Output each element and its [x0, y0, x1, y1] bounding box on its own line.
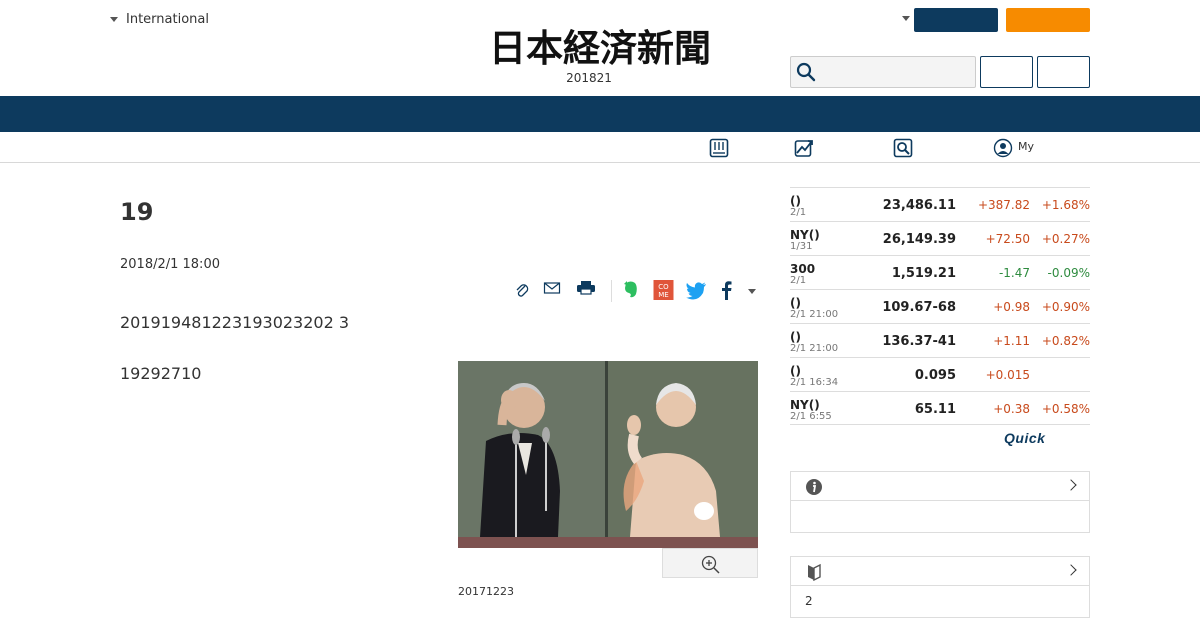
- print-icon[interactable]: [576, 278, 596, 302]
- quick-logo[interactable]: Quick: [1004, 430, 1045, 446]
- market-row-time: 1/31: [790, 241, 813, 252]
- market-row-time: 2/1 6:55: [790, 411, 832, 422]
- market-row-change: +0.38: [993, 402, 1030, 416]
- article-date: 2018/2/1 18:00: [120, 257, 220, 272]
- share-divider: [611, 280, 612, 302]
- user-icon[interactable]: [993, 138, 1013, 158]
- chevron-right-icon: [1065, 564, 1077, 576]
- more-share-caret-icon[interactable]: [748, 289, 756, 294]
- market-row-name: NY(): [790, 228, 820, 242]
- caret-down-icon[interactable]: [902, 16, 910, 21]
- my-page-label[interactable]: My: [1018, 140, 1034, 153]
- market-chart-icon[interactable]: [794, 138, 814, 158]
- market-row-change: +1.11: [993, 334, 1030, 348]
- beginner-box-text: 2: [805, 594, 813, 608]
- market-row-percent: +0.27%: [1041, 232, 1090, 246]
- market-table: () 2/1 23,486.11 +387.82 +1.68% NY() 1/31 26,14…: [790, 187, 1090, 425]
- svg-text:CO: CO: [658, 283, 669, 291]
- twitter-icon[interactable]: [685, 278, 707, 302]
- market-row[interactable]: NY() 2/1 6:55 65.11 +0.38 +0.58%: [790, 391, 1090, 425]
- main-nav-bar: [0, 96, 1200, 132]
- login-button[interactable]: [914, 8, 998, 32]
- market-row-name: (): [790, 194, 801, 208]
- market-row[interactable]: () 2/1 23,486.11 +387.82 +1.68%: [790, 187, 1090, 221]
- market-row-change: +0.98: [993, 300, 1030, 314]
- market-row[interactable]: NY() 1/31 26,149.39 +72.50 +0.27%: [790, 221, 1090, 255]
- caret-down-icon: [110, 17, 118, 22]
- market-row-change: +0.015: [985, 368, 1030, 382]
- beginner-box[interactable]: 2: [790, 556, 1090, 618]
- market-row[interactable]: () 2/1 16:34 0.095 +0.015: [790, 357, 1090, 391]
- market-row-time: 2/1 21:00: [790, 343, 839, 354]
- market-row-percent: +0.58%: [1041, 402, 1090, 416]
- article-paragraph-2: 19292710: [120, 364, 202, 383]
- market-row-value: 0.095: [914, 368, 956, 383]
- market-row-time: 2/1: [790, 275, 807, 286]
- info-box-header[interactable]: [791, 472, 1089, 501]
- beginner-box-body: 2: [791, 586, 1089, 617]
- site-header: International 日本経済新聞 201821: [0, 0, 1200, 96]
- header-button-1[interactable]: [980, 56, 1033, 88]
- market-row-name: NY(): [790, 398, 820, 412]
- info-box[interactable]: [790, 471, 1090, 533]
- mail-icon[interactable]: [543, 278, 561, 302]
- nikkei-logo[interactable]: 日本経済新聞: [452, 26, 748, 68]
- market-row-value: 23,486.11: [882, 198, 956, 213]
- market-row-value: 1,519.21: [891, 266, 956, 281]
- market-row-change: +72.50: [985, 232, 1030, 246]
- edition-label: International: [126, 12, 209, 27]
- subscribe-button[interactable]: [1006, 8, 1090, 32]
- market-row-percent: +1.68%: [1041, 198, 1090, 212]
- comemo-icon[interactable]: CO ME: [653, 278, 674, 302]
- market-row[interactable]: 300 2/1 1,519.21 -1.47 -0.09%: [790, 255, 1090, 289]
- article-title: 19: [120, 198, 154, 226]
- market-row-name: 300: [790, 262, 816, 276]
- market-row-name: (): [790, 296, 801, 310]
- article-photo[interactable]: [458, 361, 758, 548]
- market-row-percent: +0.90%: [1041, 300, 1090, 314]
- market-row-value: 136.37-41: [882, 334, 956, 349]
- photo-caption: 20171223: [458, 585, 514, 598]
- photo-zoom-button[interactable]: [662, 548, 758, 578]
- sub-nav: My: [0, 132, 1200, 163]
- edition-selector[interactable]: International: [110, 12, 209, 27]
- article-paragraph-1: 201919481223193023202 3: [120, 313, 350, 332]
- svg-text:ME: ME: [658, 291, 668, 299]
- issue-date: 201821: [566, 71, 612, 85]
- market-row-time: 2/1: [790, 207, 807, 218]
- market-row-percent: -0.09%: [1047, 266, 1090, 280]
- market-row-time: 2/1 21:00: [790, 309, 839, 320]
- search-icon[interactable]: [796, 62, 816, 82]
- evernote-icon[interactable]: [622, 278, 640, 302]
- market-row-change: +387.82: [977, 198, 1030, 212]
- facebook-icon[interactable]: [719, 278, 733, 302]
- search-input[interactable]: [790, 56, 976, 88]
- market-row-name: (): [790, 330, 801, 344]
- market-row-value: 109.67-68: [882, 300, 956, 315]
- newspaper-viewer-icon[interactable]: [709, 138, 729, 158]
- market-row-percent: +0.82%: [1041, 334, 1090, 348]
- clip-icon[interactable]: [514, 278, 530, 302]
- beginner-mark-icon: [808, 563, 821, 581]
- logo-text: 日本経済新聞: [489, 26, 711, 68]
- market-row[interactable]: () 2/1 21:00 109.67-68 +0.98 +0.90%: [790, 289, 1090, 323]
- market-row-time: 2/1 16:34: [790, 377, 839, 388]
- market-row-name: (): [790, 364, 801, 378]
- info-box-body: [791, 501, 1089, 532]
- market-row-change: -1.47: [998, 266, 1030, 280]
- search-page-icon[interactable]: [893, 138, 913, 158]
- market-row[interactable]: () 2/1 21:00 136.37-41 +1.11 +0.82%: [790, 323, 1090, 357]
- market-row-value: 65.11: [914, 402, 956, 417]
- zoom-in-icon: [701, 555, 720, 574]
- market-row-value: 26,149.39: [882, 232, 956, 247]
- header-button-2[interactable]: [1037, 56, 1090, 88]
- chevron-right-icon: [1065, 479, 1077, 491]
- info-icon: [806, 479, 822, 495]
- beginner-box-header[interactable]: [791, 557, 1089, 586]
